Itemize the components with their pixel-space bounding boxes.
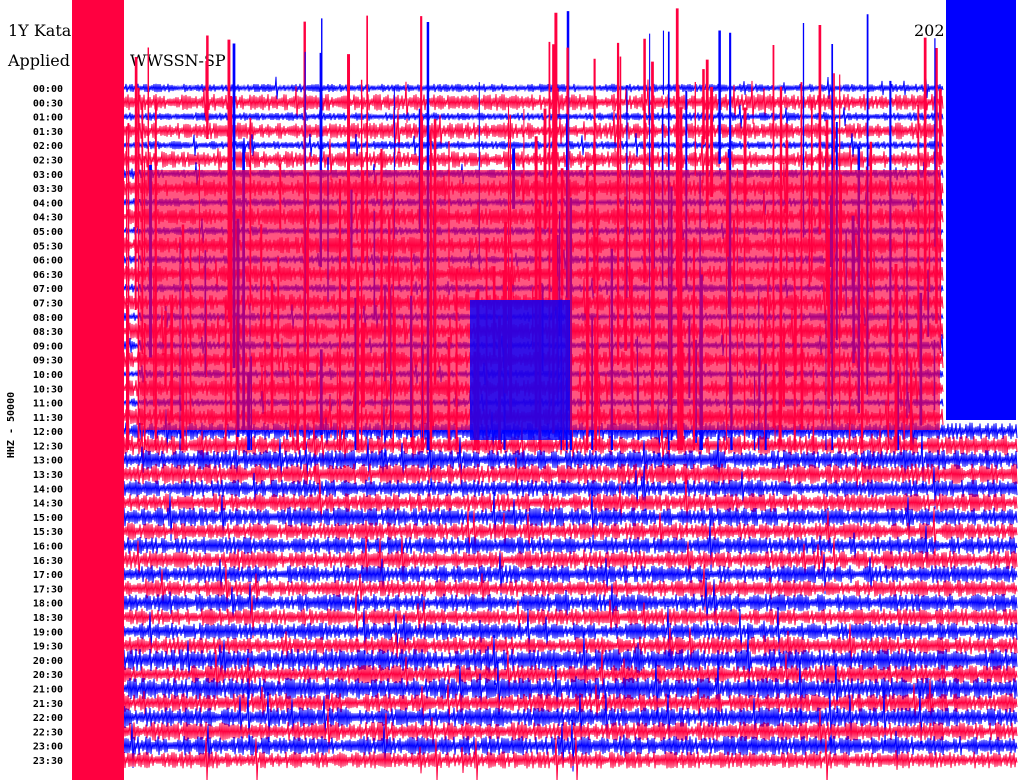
trace-overflow — [941, 565, 1018, 583]
trace-overflow — [941, 664, 1018, 684]
y-tick-label: 06:30 — [33, 270, 63, 281]
y-tick-label: 13:00 — [33, 456, 63, 467]
y-tick-label: 14:30 — [33, 499, 63, 510]
helicorder-svg: 1Y Kata Applied WWSSN-SP 202 HHZ - 50000… — [6, 0, 1018, 780]
trace-overflow — [941, 722, 1018, 741]
dense-signal-region — [470, 300, 570, 440]
y-tick-label: 18:00 — [33, 599, 63, 610]
y-tick-label: 17:30 — [33, 584, 63, 595]
y-tick-label: 11:30 — [33, 413, 63, 424]
y-tick-label: 20:30 — [33, 670, 63, 681]
y-tick-label: 10:30 — [33, 384, 63, 395]
y-tick-label: 19:00 — [33, 627, 63, 638]
y-axis-label: HHZ - 50000 — [6, 392, 17, 458]
helicorder-plot: 1Y Kata Applied WWSSN-SP 202 HHZ - 50000… — [0, 0, 1024, 780]
y-tick-label: 23:30 — [33, 756, 63, 767]
y-tick-label: 00:00 — [33, 84, 63, 95]
y-tick-label: 08:30 — [33, 327, 63, 338]
trace-overflow — [941, 463, 1018, 485]
y-tick-label: 20:00 — [33, 656, 63, 667]
y-tick-label: 23:00 — [33, 742, 63, 753]
y-tick-label: 12:00 — [33, 427, 63, 438]
trace-overflow — [941, 622, 1018, 640]
y-tick-label: 17:00 — [33, 570, 63, 581]
y-tick-label: 07:00 — [33, 284, 63, 295]
y-tick-label: 08:00 — [33, 313, 63, 324]
y-tick-label: 04:00 — [33, 198, 63, 209]
y-tick-label: 03:00 — [33, 170, 63, 181]
y-tick-label: 10:00 — [33, 370, 63, 381]
filter-label: WWSSN-SP — [130, 51, 226, 70]
trace-overflow — [941, 751, 1018, 769]
chart-title: 1Y Kata — [8, 21, 72, 40]
y-tick-label: 09:00 — [33, 341, 63, 352]
y-tick-label: 07:30 — [33, 298, 63, 309]
y-tick-label: 06:00 — [33, 256, 63, 267]
y-tick-label: 21:30 — [33, 699, 63, 710]
trace-overflow — [941, 707, 1018, 727]
y-tick-label: 21:00 — [33, 685, 63, 696]
y-tick-label: 19:30 — [33, 642, 63, 653]
y-tick-label: 12:30 — [33, 441, 63, 452]
y-tick-label: 22:00 — [33, 713, 63, 724]
y-tick-label: 01:00 — [33, 113, 63, 124]
y-tick-label: 09:30 — [33, 356, 63, 367]
y-tick-label: 16:30 — [33, 556, 63, 567]
y-tick-label: 16:00 — [33, 542, 63, 553]
trace-overflow — [941, 580, 1018, 597]
chart-subtitle-prefix: Applied — [7, 51, 70, 70]
y-tick-label: 02:30 — [33, 155, 63, 166]
trace-overflow — [941, 736, 1018, 756]
saturated-block-right — [946, 0, 1016, 420]
y-tick-label: 15:30 — [33, 527, 63, 538]
y-tick-label: 05:00 — [33, 227, 63, 238]
y-tick-label: 13:30 — [33, 470, 63, 481]
date-label: 202 — [914, 21, 945, 40]
y-tick-label: 18:30 — [33, 613, 63, 624]
y-tick-label: 00:30 — [33, 98, 63, 109]
y-tick-label: 05:30 — [33, 241, 63, 252]
trace-overflow — [941, 522, 1018, 540]
y-tick-label: 11:00 — [33, 399, 63, 410]
y-tick-label: 22:30 — [33, 727, 63, 738]
trace-overflow — [941, 593, 1018, 612]
y-tick-label: 03:30 — [33, 184, 63, 195]
saturated-block-left — [72, 0, 124, 780]
y-tick-label: 01:30 — [33, 127, 63, 138]
y-tick-label: 15:00 — [33, 513, 63, 524]
y-tick-label: 14:00 — [33, 484, 63, 495]
y-tick-label: 04:30 — [33, 213, 63, 224]
y-tick-label: 02:00 — [33, 141, 63, 152]
